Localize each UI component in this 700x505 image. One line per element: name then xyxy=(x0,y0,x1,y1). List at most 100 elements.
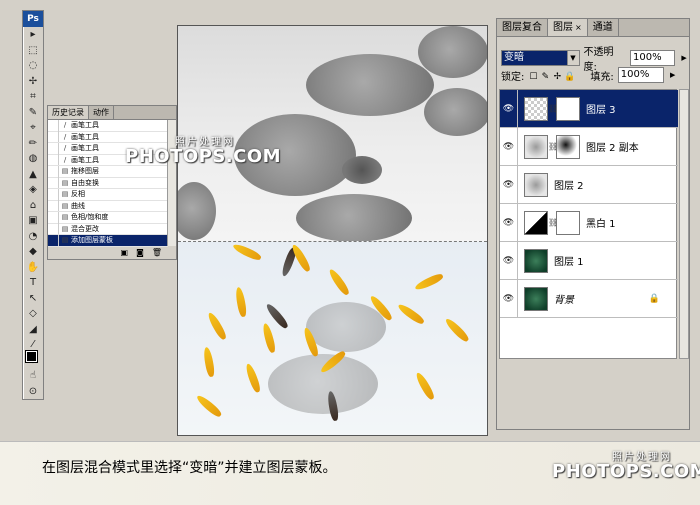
layer-name[interactable]: 图层 2 副本 xyxy=(586,139,639,154)
history-checkbox[interactable] xyxy=(48,200,59,212)
history-checkbox[interactable] xyxy=(48,142,59,154)
history-item[interactable]: / 画笔工具 xyxy=(48,119,168,132)
layer-row[interactable]: 👁 ⛓ 黑白 1 xyxy=(500,203,678,242)
history-item-label: 曲线 xyxy=(71,201,85,210)
eye-icon[interactable]: 👁 xyxy=(500,279,518,318)
tool-icon[interactable]: ⌖ xyxy=(23,120,43,136)
lock-pixels-icon[interactable]: ✎ xyxy=(540,72,550,82)
foreground-color-swatch[interactable] xyxy=(25,350,38,363)
layer-mask-thumbnail[interactable] xyxy=(556,210,580,235)
tab-actions[interactable]: 动作 xyxy=(89,106,114,119)
close-icon[interactable]: × xyxy=(575,23,582,32)
koi-fish xyxy=(396,302,426,326)
layer-row[interactable]: 👁 ⛓ 图层 3 xyxy=(500,89,678,128)
layer-name[interactable]: 图层 1 xyxy=(554,253,584,268)
history-checkbox[interactable] xyxy=(48,165,59,177)
tool-icon[interactable]: ▸ xyxy=(23,27,43,43)
layer-name[interactable]: 黑白 1 xyxy=(586,215,616,230)
layer-thumbnail[interactable] xyxy=(524,286,548,311)
koi-fish-lower xyxy=(178,241,487,435)
opacity-input[interactable]: 100% xyxy=(630,50,676,66)
layer-row[interactable]: 👁 图层 1 xyxy=(500,241,678,280)
history-item[interactable]: ▤ 自由变换 xyxy=(48,177,168,189)
history-item[interactable]: ▤ 混合更改 xyxy=(48,223,168,235)
eye-icon[interactable]: 👁 xyxy=(500,203,518,242)
blend-mode-select[interactable]: 变暗 ▼ xyxy=(501,50,580,66)
history-item[interactable]: ▤ 色相/饱和度 xyxy=(48,211,168,224)
tab-history[interactable]: 历史记录 xyxy=(48,106,89,119)
fill-input[interactable]: 100% xyxy=(617,67,664,83)
lock-all-icon[interactable]: 🔒 xyxy=(564,72,575,82)
history-item[interactable]: ▤ 拖移图层 xyxy=(48,165,168,178)
document-canvas[interactable] xyxy=(177,25,488,436)
tool-icon[interactable]: ✋ xyxy=(23,260,43,276)
camera-icon[interactable]: ◙ xyxy=(136,248,144,257)
chevron-down-icon[interactable]: ▼ xyxy=(566,51,579,65)
layer-row[interactable]: 👁 图层 2 xyxy=(500,165,678,204)
tool-icon[interactable]: ◈ xyxy=(23,182,43,198)
tool-icon[interactable]: T xyxy=(23,275,43,291)
history-checkbox[interactable] xyxy=(48,223,59,235)
history-item[interactable]: ▤ 反相 xyxy=(48,188,168,201)
tool-icon[interactable]: ✢ xyxy=(23,74,43,90)
layer-thumbnail[interactable] xyxy=(524,248,548,273)
tool-icon[interactable]: ◇ xyxy=(23,306,43,322)
history-item[interactable]: ▤ 曲线 xyxy=(48,200,168,212)
eye-icon[interactable]: 👁 xyxy=(500,89,518,128)
tab-channels[interactable]: 通道 xyxy=(588,19,619,36)
tool-icon[interactable]: ◆ xyxy=(23,244,43,260)
history-checkbox[interactable] xyxy=(48,131,59,143)
tool-icon[interactable]: ⊙ xyxy=(23,384,43,400)
history-checkbox[interactable] xyxy=(48,177,59,189)
tool-icon[interactable]: ◢ xyxy=(23,322,43,338)
chevron-right-icon[interactable]: ▶ xyxy=(679,50,689,66)
step-icon: ▤ xyxy=(61,178,69,187)
link-icon[interactable]: ⛓ xyxy=(548,104,558,113)
eye-icon[interactable]: 👁 xyxy=(500,241,518,280)
step-icon: ▤ xyxy=(61,213,69,222)
history-checkbox[interactable] xyxy=(48,188,59,200)
eye-icon[interactable]: 👁 xyxy=(500,165,518,204)
layer-thumbnail[interactable] xyxy=(524,134,548,159)
koi-fish xyxy=(413,272,445,292)
trash-icon[interactable]: 🗑 xyxy=(152,248,162,257)
layer-thumbnail[interactable] xyxy=(524,172,548,197)
link-icon[interactable]: ⛓ xyxy=(548,142,558,151)
koi-fish xyxy=(206,311,228,341)
tool-icon[interactable]: ◍ xyxy=(23,151,43,167)
history-checkbox[interactable] xyxy=(48,211,59,223)
tool-icon[interactable]: ↖ xyxy=(23,291,43,307)
tool-icon[interactable]: ☝ xyxy=(23,368,43,384)
layer-row[interactable]: 👁 ⛓ 图层 2 副本 xyxy=(500,127,678,166)
layer-name[interactable]: 图层 2 xyxy=(554,177,584,192)
layer-row[interactable]: 👁 背景 🔒 xyxy=(500,279,678,318)
layer-name[interactable]: 图层 3 xyxy=(586,101,616,116)
layer-mask-thumbnail[interactable] xyxy=(556,96,580,121)
history-checkbox[interactable] xyxy=(48,119,59,131)
history-checkbox[interactable] xyxy=(48,154,59,166)
link-icon[interactable]: ⛓ xyxy=(548,218,558,227)
tab-layer-comps[interactable]: 图层复合 xyxy=(497,19,548,36)
lock-transparent-icon[interactable]: ☐ xyxy=(528,72,538,82)
eye-icon[interactable]: 👁 xyxy=(500,127,518,166)
tool-icon[interactable]: ◌ xyxy=(23,58,43,74)
layer-thumbnail[interactable] xyxy=(524,210,548,235)
tool-icon[interactable]: ◔ xyxy=(23,229,43,245)
layer-name[interactable]: 背景 xyxy=(554,291,574,306)
tool-icon[interactable]: ⌗ xyxy=(23,89,43,105)
chevron-right-icon[interactable]: ▶ xyxy=(668,67,678,83)
tool-icon[interactable]: ⬚ xyxy=(23,43,43,59)
tool-icon[interactable]: ✏ xyxy=(23,136,43,152)
tool-icon[interactable]: ✎ xyxy=(23,105,43,121)
tool-icon[interactable]: ▲ xyxy=(23,167,43,183)
layers-scrollbar[interactable] xyxy=(679,89,689,359)
layer-mask-thumbnail[interactable] xyxy=(556,134,580,159)
tools-palette: Ps ▸⬚◌✢⌗✎⌖✏◍▲◈⌂▣◔◆✋T↖◇◢⁄⊕☝⊙ xyxy=(22,10,44,400)
layer-thumbnail[interactable] xyxy=(524,96,548,121)
tool-icon[interactable]: ⌂ xyxy=(23,198,43,214)
tab-layers[interactable]: 图层 × xyxy=(548,19,588,36)
new-snapshot-icon[interactable]: ▣ xyxy=(121,248,129,257)
fill-label: 填充: xyxy=(590,71,614,83)
tool-icon[interactable]: ▣ xyxy=(23,213,43,229)
lock-position-icon[interactable]: ✢ xyxy=(552,72,562,82)
